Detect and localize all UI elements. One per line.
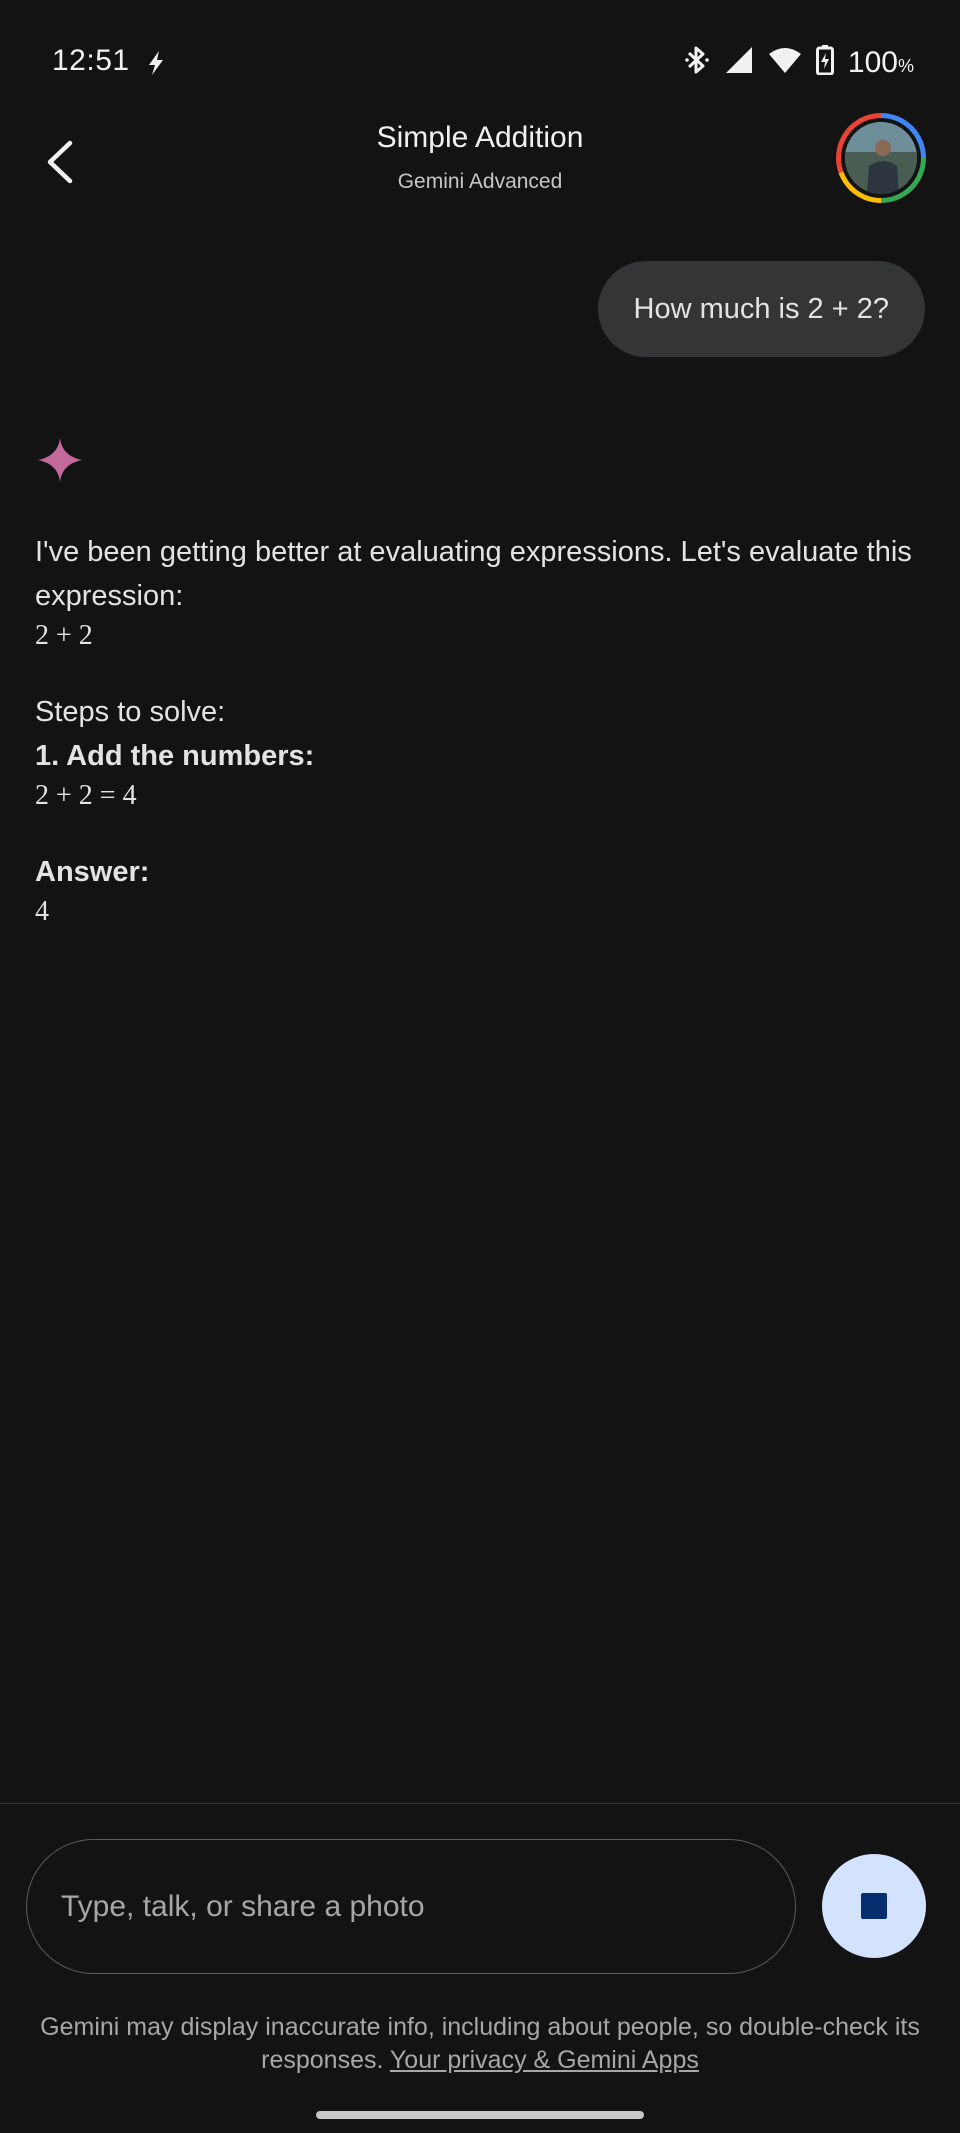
gemini-sparkle-icon — [36, 436, 84, 489]
avatar[interactable] — [836, 113, 926, 203]
bluetooth-icon — [684, 44, 710, 81]
user-message-bubble: How much is 2 + 2? — [597, 261, 925, 357]
prompt-input-container[interactable] — [26, 1839, 796, 1974]
wifi-icon — [768, 46, 802, 79]
charging-bolt-icon — [146, 50, 166, 81]
stop-icon — [861, 1893, 887, 1919]
user-message-text: How much is 2 + 2? — [633, 292, 889, 325]
response-intro: I've been getting better at evaluating e… — [35, 536, 912, 612]
chat-title: Simple Addition — [376, 121, 584, 154]
response-expression: 2 + 2 — [35, 620, 93, 651]
disclaimer: Gemini may display inaccurate info, incl… — [20, 2011, 940, 2077]
title-block: Simple Addition Gemini Advanced — [0, 120, 960, 194]
composer-divider — [0, 1803, 960, 1804]
home-indicator[interactable] — [316, 2111, 644, 2119]
chat-subtitle: Gemini Advanced — [397, 170, 563, 193]
stop-button[interactable] — [822, 1854, 926, 1958]
privacy-link[interactable]: Your privacy & Gemini Apps — [390, 2046, 699, 2074]
battery-icon — [815, 45, 834, 80]
step-1-label: 1. Add the numbers: — [35, 740, 315, 772]
status-bar: 12:51 100% — [0, 0, 960, 120]
answer-label: Answer: — [35, 856, 150, 888]
chat-header: Simple Addition Gemini Advanced — [0, 113, 960, 240]
status-time: 12:51 — [52, 44, 130, 77]
battery-percent: 100% — [847, 45, 914, 79]
avatar-photo — [845, 122, 917, 194]
prompt-input[interactable] — [61, 1889, 795, 1924]
gemini-chat-screen: 12:51 100% Simple Addition Gemini Advanc… — [0, 0, 960, 2133]
status-icons: 100% — [684, 44, 914, 81]
signal-icon — [724, 45, 754, 80]
steps-heading: Steps to solve: — [35, 696, 226, 728]
answer-value: 4 — [35, 896, 49, 927]
step-1-math: 2 + 2 = 4 — [35, 780, 137, 811]
gemini-response: I've been getting better at evaluating e… — [35, 530, 915, 930]
